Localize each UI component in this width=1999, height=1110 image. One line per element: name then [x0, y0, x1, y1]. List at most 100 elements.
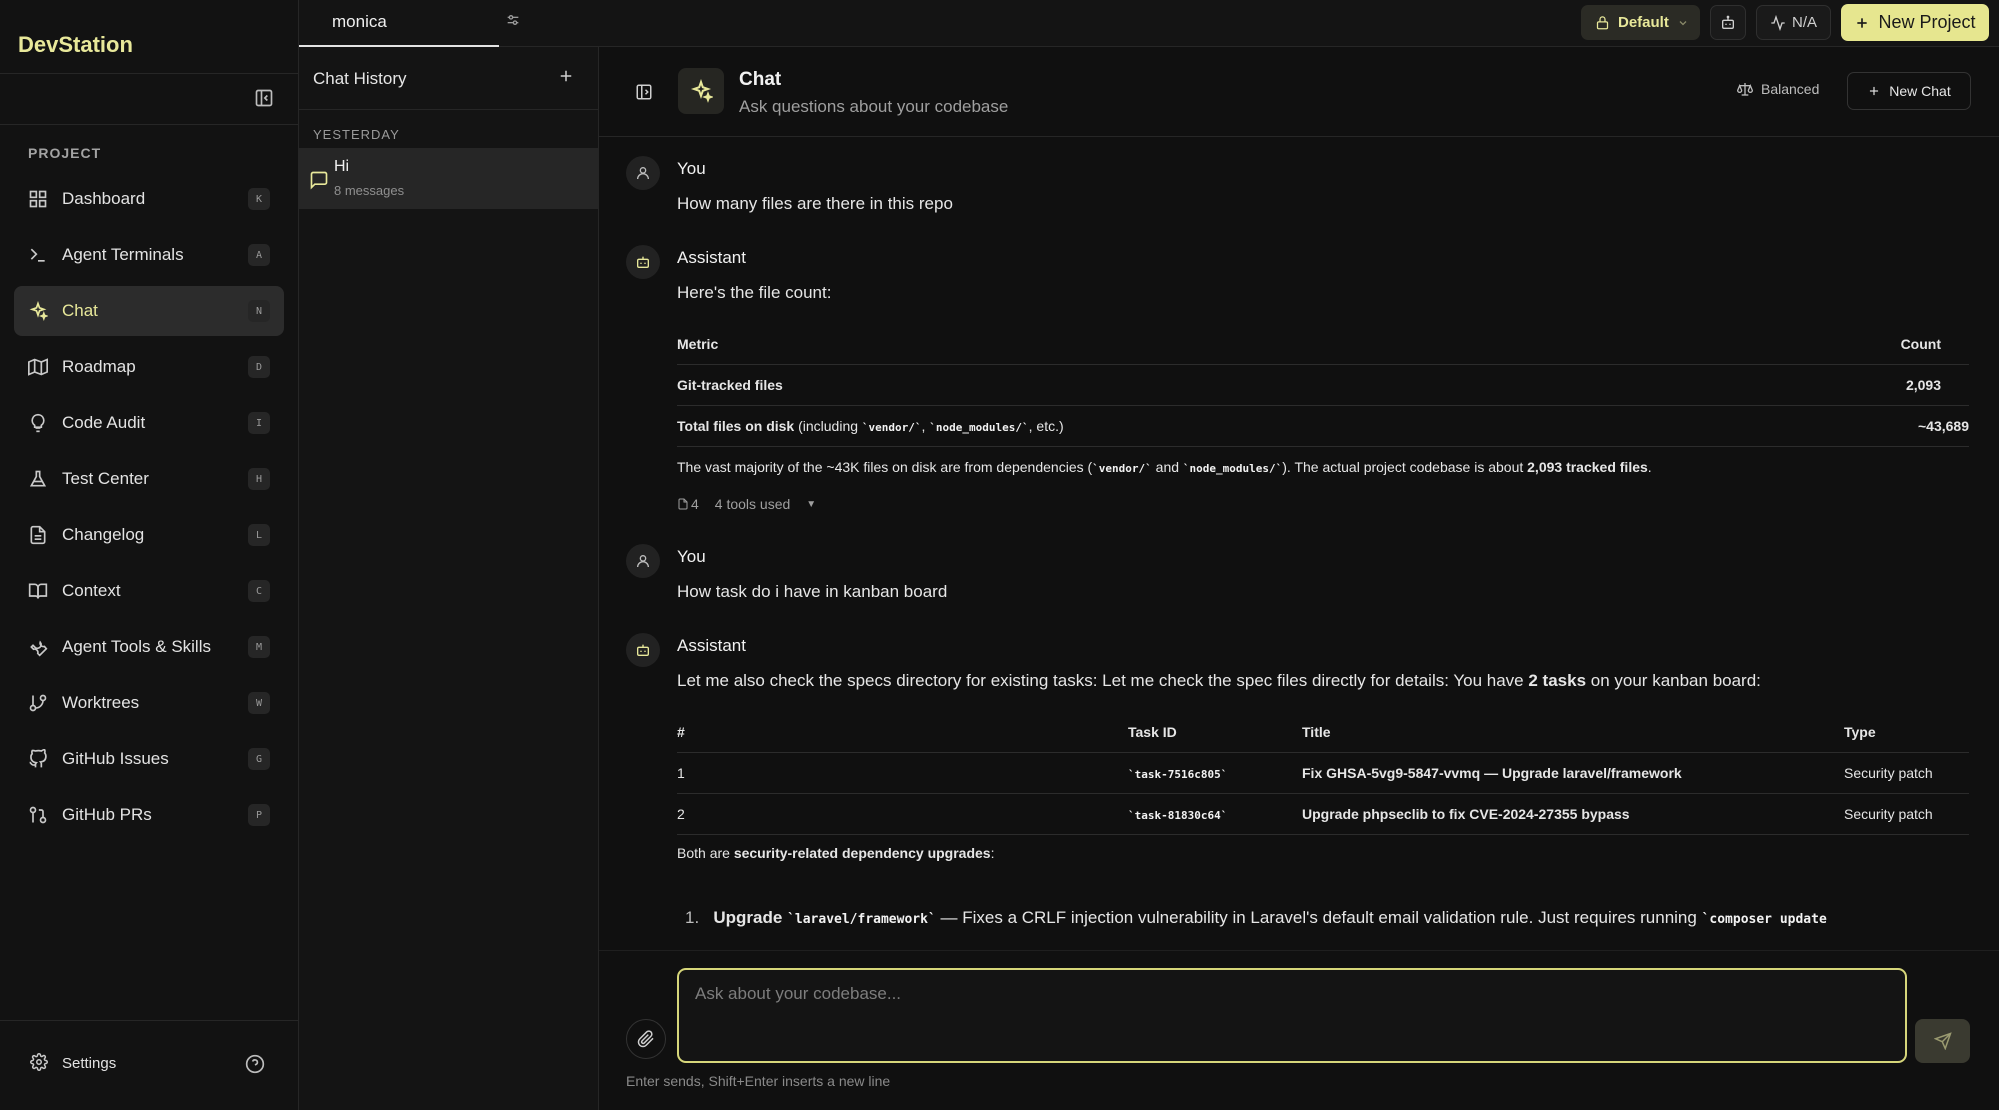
message-text-bold: 2 tasks [1528, 671, 1587, 690]
sidebar-item-test-center[interactable]: Test Center H [14, 454, 284, 504]
new-chat-label: New Chat [1889, 83, 1951, 99]
profile-value: Default [1618, 14, 1669, 31]
tools-label: 4 tools used [714, 496, 791, 512]
sidebar-item-agent-terminals[interactable]: Agent Terminals A [14, 230, 284, 280]
message-author: You [677, 159, 706, 178]
attach-button[interactable] [626, 1019, 666, 1059]
sidebar-item-label: GitHub PRs [62, 805, 152, 824]
sidebar-item-context[interactable]: Context C [14, 566, 284, 616]
inline-code: `laravel/framework` [787, 912, 936, 927]
send-button[interactable] [1915, 1019, 1970, 1063]
sliders-icon[interactable] [505, 12, 523, 30]
inline-code: `task-7516c805` [1128, 767, 1228, 781]
shortcut-key: K [248, 188, 270, 210]
new-project-button[interactable]: New Project [1841, 4, 1989, 41]
settings-button[interactable]: Settings [30, 1053, 116, 1073]
metric-note: (including [794, 417, 862, 434]
file-text-icon [28, 525, 48, 545]
inline-code: `node_modules/` [929, 420, 1029, 434]
input-hint: Enter sends, Shift+Enter inserts a new l… [626, 1073, 891, 1089]
sidebar-item-label: Dashboard [62, 189, 146, 208]
new-chat-button[interactable]: New Chat [1847, 72, 1971, 110]
table-header: Task ID [1128, 712, 1302, 753]
sidebar-item-agent-tools[interactable]: Agent Tools & Skills M [14, 622, 284, 672]
mode-label: Balanced [1761, 81, 1820, 97]
scale-icon [1737, 81, 1753, 97]
sidebar-item-label: Changelog [62, 525, 145, 544]
task-table: # Task ID Title Type 1 `task-7516c805` F… [677, 712, 1969, 835]
table-header: Type [1844, 712, 1969, 753]
inline-code: `vendor/` [861, 420, 922, 434]
chat-subtitle: Ask questions about your codebase [739, 97, 1009, 116]
sidebar-item-dashboard[interactable]: Dashboard K [14, 174, 284, 224]
file-note: The vast majority of the ~43K files on d… [677, 459, 1652, 475]
sidebar-item-chat[interactable]: Chat N [14, 286, 284, 336]
user-icon [626, 544, 660, 578]
inline-code: `vendor/` [1092, 462, 1152, 475]
message-text-part: Let me also check the specs directory fo… [677, 671, 1529, 690]
sidebar-item-code-audit[interactable]: Code Audit I [14, 398, 284, 448]
message-text: How many files are there in this repo [677, 194, 953, 213]
table-row: 2 `task-81830c64` Upgrade phpseclib to f… [677, 793, 1969, 835]
caret-down-icon: ▼ [806, 498, 817, 510]
sidebar-item-github-issues[interactable]: GitHub Issues G [14, 734, 284, 784]
metric-label: Total files on disk [677, 417, 795, 434]
summary-part: : [990, 845, 995, 861]
usage-button[interactable]: N/A [1756, 5, 1831, 40]
profile-select[interactable]: Default [1581, 5, 1700, 40]
user-icon [626, 156, 660, 190]
plus-icon [1854, 15, 1870, 31]
table-row: 1 `task-7516c805` Fix GHSA-5vg9-5847-vvm… [677, 752, 1969, 794]
section-label: PROJECT [28, 145, 102, 161]
settings-label: Settings [62, 1054, 117, 1072]
shortcut-key: N [248, 300, 270, 322]
table-row: Total files on disk (including `vendor/`… [677, 405, 1969, 447]
shortcut-key: D [248, 356, 270, 378]
summary-part: Both are [677, 845, 734, 861]
table-row: Git-tracked files 2,093 [677, 364, 1969, 406]
list-text: — Fixes a CRLF injection vulnerability i… [935, 908, 1702, 927]
send-icon [1933, 1032, 1952, 1050]
shortcut-key: C [248, 580, 270, 602]
chat-header: Chat Ask questions about your codebase B… [599, 47, 1999, 137]
table-cell: 2,093 [1774, 364, 1969, 406]
chat-input[interactable] [677, 968, 1907, 1063]
dashboard-icon [28, 189, 48, 209]
activity-icon [1770, 14, 1786, 31]
summary-text: Both are security-related dependency upg… [677, 845, 994, 861]
sidebar-item-worktrees[interactable]: Worktrees W [14, 678, 284, 728]
tools-used-toggle[interactable]: 4 4 tools used ▼ [677, 496, 816, 512]
history-group-label: YESTERDAY [313, 127, 400, 142]
sidebar-item-label: Roadmap [62, 357, 136, 376]
sparkles-icon [678, 68, 724, 114]
table-cell: Security patch [1844, 752, 1969, 794]
shortcut-key: G [248, 748, 270, 770]
bot-icon [1720, 15, 1736, 31]
history-item[interactable]: Hi 8 messages [299, 148, 598, 209]
panel-toggle-icon[interactable] [635, 83, 655, 103]
help-icon[interactable] [245, 1054, 267, 1076]
message-text: Let me also check the specs directory fo… [677, 671, 1761, 691]
note-text: and [1151, 459, 1183, 475]
shortcut-key: H [248, 468, 270, 490]
plus-icon[interactable] [557, 67, 577, 87]
github-icon [28, 749, 48, 769]
shortcut-key: I [248, 412, 270, 434]
list-bold: Upgrade [713, 908, 783, 927]
chat-main: Chat Ask questions about your codebase B… [599, 47, 1999, 1110]
sidebar-item-label: Chat [62, 301, 98, 320]
sidebar-item-label: Test Center [62, 469, 149, 488]
message-text: How task do i have in kanban board [677, 582, 948, 601]
sidebar-item-label: Code Audit [62, 413, 146, 432]
list-number: 1. [685, 908, 700, 927]
agent-button[interactable] [1710, 5, 1746, 40]
message-square-icon [309, 170, 329, 190]
divider [0, 124, 299, 125]
sidebar-item-roadmap[interactable]: Roadmap D [14, 342, 284, 392]
project-tab[interactable]: monica [299, 0, 499, 47]
mode-button[interactable]: Balanced [1737, 81, 1819, 97]
sidebar-item-changelog[interactable]: Changelog L [14, 510, 284, 560]
sidebar-item-github-prs[interactable]: GitHub PRs P [14, 790, 284, 840]
map-icon [28, 357, 48, 377]
sidebar-collapse-icon[interactable] [254, 88, 278, 112]
